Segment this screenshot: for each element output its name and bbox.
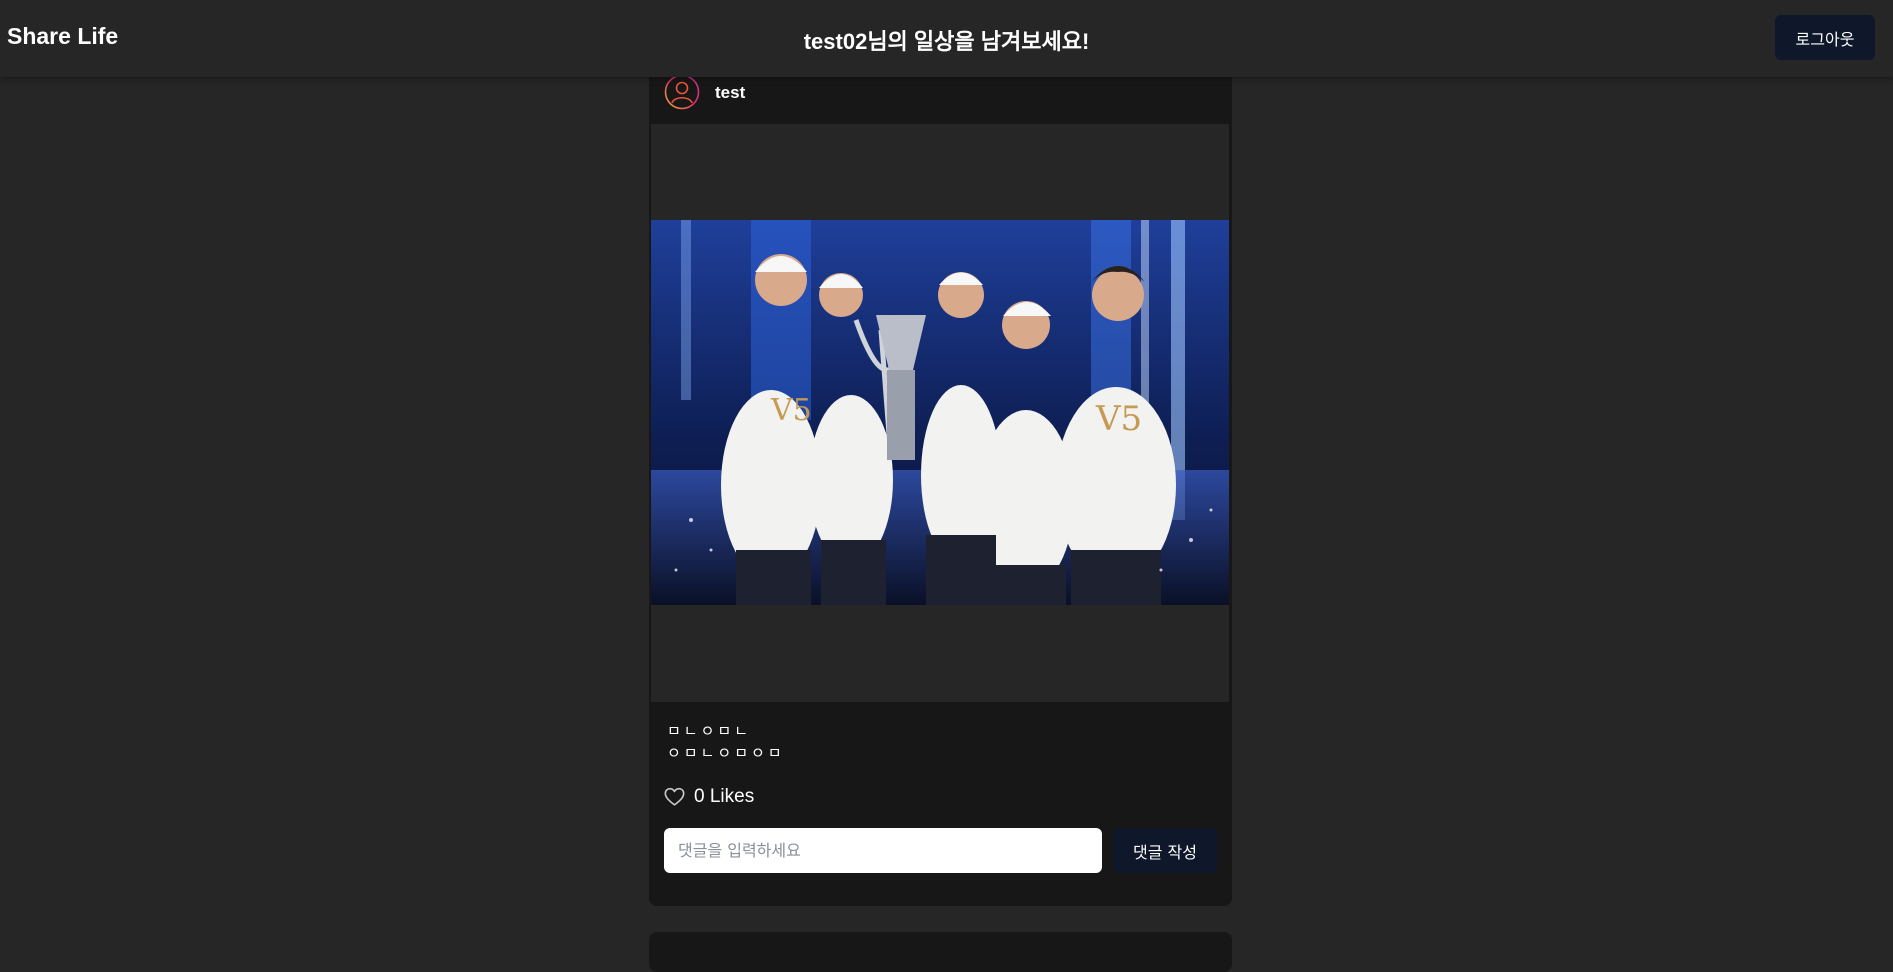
avatar-icon[interactable] [664, 74, 700, 110]
svg-text:V5: V5 [770, 393, 812, 428]
next-post-card [649, 932, 1232, 972]
svg-text:V5: V5 [1095, 399, 1142, 439]
caption-line: ㅇㅁㄴㅇㅁㅇㅁ [667, 744, 785, 762]
likes-row: 0 Likes [664, 784, 754, 810]
post-media: V5 V5 [651, 124, 1229, 702]
logout-button[interactable]: 로그아웃 [1775, 15, 1875, 60]
post-card: test V5 V5 ㅁㄴㅇㅁㄴ ㅇㅁㄴㅇㅁㅇㅁ 0 Likes 댓글을 입력하… [649, 60, 1232, 906]
post-caption: ㅁㄴㅇㅁㄴ ㅇㅁㄴㅇㅁㅇㅁ [667, 720, 785, 764]
post-photo: V5 V5 [651, 220, 1229, 605]
caption-line: ㅁㄴㅇㅁㄴ [667, 722, 752, 740]
comment-input[interactable] [664, 828, 1102, 873]
heart-icon[interactable] [664, 787, 685, 807]
post-author[interactable]: test [715, 83, 745, 103]
top-header: Share Life test02님의 일상을 남겨보세요! 로그아웃 [0, 0, 1893, 77]
page-title: test02님의 일상을 남겨보세요! [803, 29, 1090, 54]
likes-count: 0 Likes [694, 786, 755, 807]
submit-comment-button[interactable]: 댓글 작성 [1113, 828, 1217, 873]
